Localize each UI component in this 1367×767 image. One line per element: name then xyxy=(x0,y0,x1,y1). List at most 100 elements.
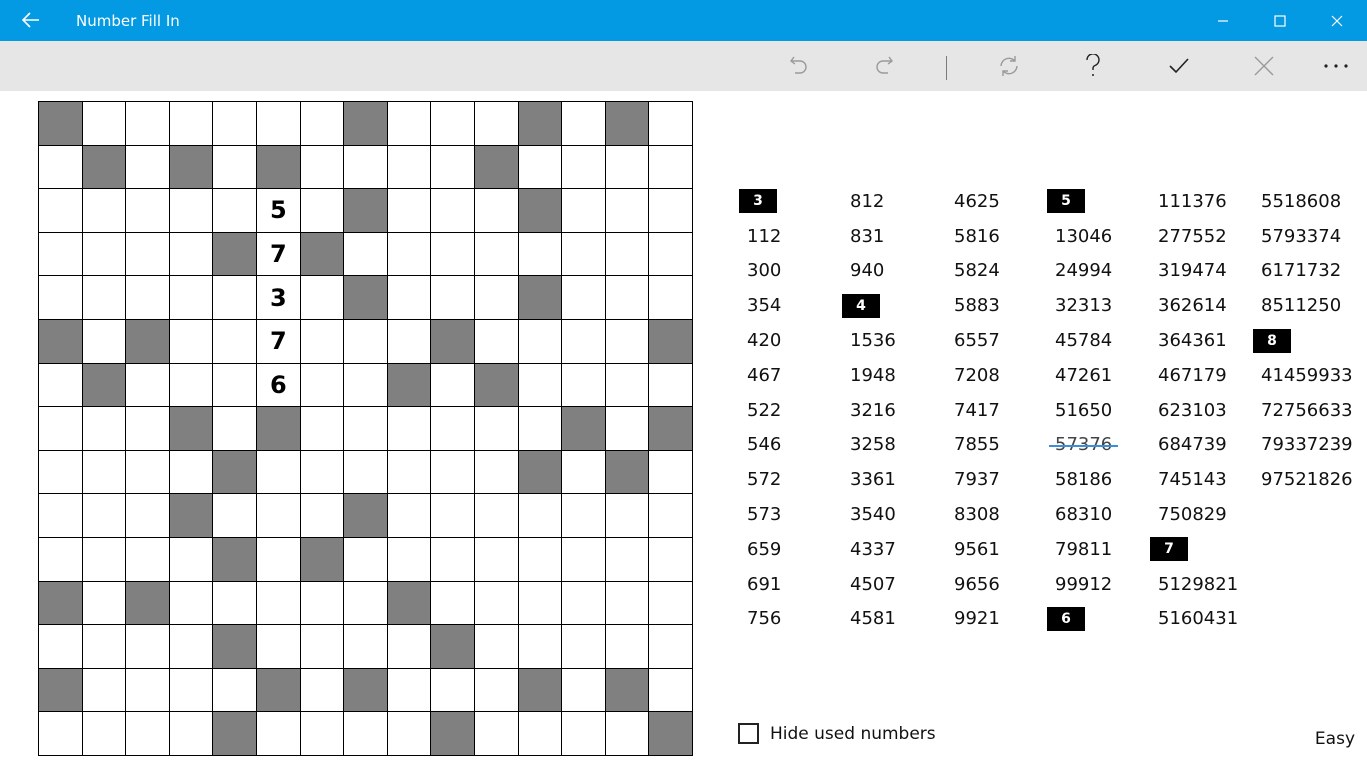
grid-cell[interactable] xyxy=(474,232,518,276)
grid-cell[interactable] xyxy=(431,450,474,494)
grid-cell[interactable] xyxy=(431,276,474,319)
number-entry[interactable]: 940 xyxy=(842,254,952,289)
number-entry[interactable]: 99912 xyxy=(1047,567,1157,602)
grid-cell[interactable] xyxy=(82,581,126,625)
grid-cell[interactable] xyxy=(82,668,126,712)
number-entry[interactable]: 68310 xyxy=(1047,497,1157,532)
grid-cell[interactable] xyxy=(39,145,82,189)
help-button[interactable] xyxy=(1068,41,1118,91)
grid-cell[interactable] xyxy=(562,494,605,537)
number-entry[interactable]: 572 xyxy=(739,462,849,497)
grid-cell[interactable] xyxy=(474,276,518,319)
clear-button[interactable] xyxy=(1239,41,1289,91)
grid-cell[interactable] xyxy=(474,407,518,450)
number-entry[interactable]: 79811 xyxy=(1047,532,1157,567)
grid-cell[interactable] xyxy=(169,363,213,407)
grid-cell[interactable]: 7 xyxy=(256,319,300,363)
grid-cell[interactable] xyxy=(169,232,213,276)
grid-cell[interactable] xyxy=(387,450,431,494)
grid-cell[interactable] xyxy=(169,625,213,668)
grid-cell[interactable]: 7 xyxy=(256,232,300,276)
grid-cell[interactable] xyxy=(649,276,692,319)
grid-cell[interactable] xyxy=(387,319,431,363)
number-entry[interactable]: 51650 xyxy=(1047,393,1157,428)
grid-cell[interactable] xyxy=(387,537,431,581)
grid-cell[interactable] xyxy=(518,232,562,276)
grid-cell[interactable] xyxy=(300,189,344,232)
grid-cell[interactable] xyxy=(344,581,387,625)
grid-cell[interactable] xyxy=(518,581,562,625)
grid-cell[interactable] xyxy=(474,581,518,625)
grid-cell[interactable] xyxy=(256,494,300,537)
number-entry[interactable]: 4625 xyxy=(946,184,1056,219)
grid-cell[interactable] xyxy=(39,276,82,319)
grid-cell[interactable] xyxy=(126,363,169,407)
number-entry[interactable]: 467179 xyxy=(1150,358,1260,393)
grid-cell[interactable] xyxy=(300,450,344,494)
grid-cell[interactable] xyxy=(39,363,82,407)
grid-cell[interactable] xyxy=(300,668,344,712)
grid-cell[interactable] xyxy=(256,450,300,494)
grid-cell[interactable] xyxy=(649,625,692,668)
hide-used-checkbox[interactable] xyxy=(738,723,759,744)
grid-cell[interactable] xyxy=(344,145,387,189)
grid-cell[interactable] xyxy=(474,712,518,755)
redo-button[interactable] xyxy=(859,41,909,91)
grid-cell[interactable] xyxy=(169,102,213,145)
undo-button[interactable] xyxy=(774,41,824,91)
number-entry[interactable]: 745143 xyxy=(1150,462,1260,497)
grid-cell[interactable] xyxy=(39,189,82,232)
grid-cell[interactable] xyxy=(562,537,605,581)
number-entry[interactable]: 7855 xyxy=(946,428,1056,463)
grid-cell[interactable] xyxy=(605,145,649,189)
check-button[interactable] xyxy=(1154,41,1204,91)
number-entry[interactable]: 467 xyxy=(739,358,849,393)
grid-cell[interactable] xyxy=(169,537,213,581)
grid-cell[interactable] xyxy=(213,668,256,712)
grid-cell[interactable] xyxy=(169,712,213,755)
grid-cell[interactable] xyxy=(474,102,518,145)
grid-cell[interactable] xyxy=(387,494,431,537)
close-window-button[interactable] xyxy=(1309,0,1365,41)
number-entry[interactable]: 750829 xyxy=(1150,497,1260,532)
grid-cell[interactable] xyxy=(518,319,562,363)
grid-cell[interactable] xyxy=(300,319,344,363)
grid-cell[interactable] xyxy=(474,450,518,494)
number-entry[interactable]: 573 xyxy=(739,497,849,532)
grid-cell[interactable] xyxy=(300,494,344,537)
grid-cell[interactable] xyxy=(82,319,126,363)
grid-cell[interactable] xyxy=(256,537,300,581)
grid-cell[interactable] xyxy=(213,494,256,537)
number-entry-used[interactable]: 57376 xyxy=(1047,428,1157,463)
grid-cell[interactable] xyxy=(518,625,562,668)
grid-cell[interactable] xyxy=(344,319,387,363)
grid-cell[interactable] xyxy=(518,537,562,581)
grid-cell[interactable] xyxy=(82,712,126,755)
grid-cell[interactable] xyxy=(169,189,213,232)
grid-cell[interactable] xyxy=(518,407,562,450)
grid-cell[interactable] xyxy=(126,668,169,712)
number-entry[interactable]: 97521826 xyxy=(1253,462,1363,497)
grid-cell[interactable] xyxy=(387,712,431,755)
grid-cell[interactable] xyxy=(474,189,518,232)
grid-cell[interactable] xyxy=(605,537,649,581)
grid-cell[interactable]: 6 xyxy=(256,363,300,407)
grid-cell[interactable] xyxy=(169,668,213,712)
grid-cell[interactable] xyxy=(649,189,692,232)
number-entry[interactable]: 9921 xyxy=(946,602,1056,637)
number-entry[interactable]: 5160431 xyxy=(1150,602,1260,637)
number-entry[interactable]: 812 xyxy=(842,184,952,219)
grid-cell[interactable] xyxy=(82,276,126,319)
number-entry[interactable]: 5816 xyxy=(946,219,1056,254)
grid-cell[interactable] xyxy=(649,450,692,494)
grid-cell[interactable] xyxy=(605,494,649,537)
more-options-button[interactable] xyxy=(1311,41,1361,91)
number-entry[interactable]: 5518608 xyxy=(1253,184,1363,219)
minimize-button[interactable] xyxy=(1195,0,1251,41)
grid-cell[interactable] xyxy=(82,232,126,276)
grid-cell[interactable] xyxy=(605,232,649,276)
grid-cell[interactable] xyxy=(562,625,605,668)
grid-cell[interactable] xyxy=(213,189,256,232)
grid-cell[interactable] xyxy=(126,102,169,145)
number-entry[interactable]: 13046 xyxy=(1047,219,1157,254)
